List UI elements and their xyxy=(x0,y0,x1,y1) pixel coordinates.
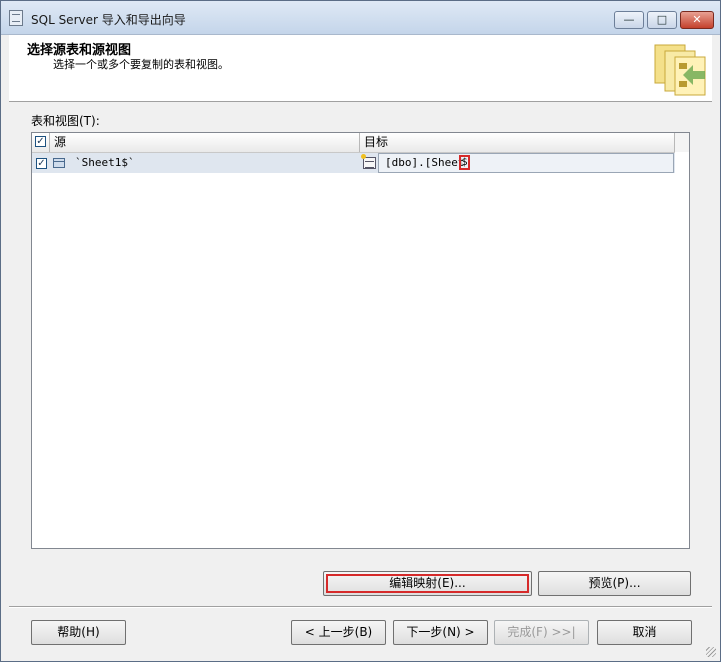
finish-button[interactable]: 完成(F) >>| xyxy=(494,620,589,645)
source-table-name: `Sheet1$` xyxy=(75,156,135,169)
new-table-icon xyxy=(361,154,376,169)
wizard-header: 选择源表和源视图 选择一个或多个要复制的表和视图。 xyxy=(9,35,712,102)
back-button[interactable]: < 上一步(B) xyxy=(291,620,386,645)
table-icon xyxy=(53,158,65,168)
table-row[interactable]: ✓ `Sheet1$` [dbo].[Sheet $ xyxy=(32,153,675,173)
resize-grip-icon[interactable] xyxy=(706,647,716,657)
help-button[interactable]: 帮助(H) xyxy=(31,620,126,645)
target-table-field[interactable]: [dbo].[Sheet $ xyxy=(378,153,674,173)
footer-separator xyxy=(9,606,712,608)
maximize-button[interactable]: □ xyxy=(647,11,677,29)
edit-mappings-button[interactable]: 编辑映射(E)... xyxy=(323,571,532,596)
row-checkbox[interactable]: ✓ xyxy=(36,158,47,169)
select-all-header[interactable]: ✓ xyxy=(32,133,50,152)
tables-grid[interactable]: ✓ 源 目标 ✓ `Sheet1$` [dbo].[Sheet $ xyxy=(31,132,690,549)
target-table-name: [dbo].[Sheet xyxy=(385,156,465,169)
page-subtitle: 选择一个或多个要复制的表和视图。 xyxy=(53,58,229,71)
minimize-button[interactable]: — xyxy=(614,11,644,29)
target-column-header[interactable]: 目标 xyxy=(360,133,675,152)
grid-header: ✓ 源 目标 xyxy=(32,133,675,153)
close-button[interactable]: ✕ xyxy=(680,11,714,29)
window-title: SQL Server 导入和导出向导 xyxy=(31,13,186,27)
source-column-header[interactable]: 源 xyxy=(50,133,360,152)
app-icon xyxy=(9,10,23,26)
next-button[interactable]: 下一步(N) > xyxy=(393,620,488,645)
grid-corner xyxy=(675,133,689,152)
cancel-button[interactable]: 取消 xyxy=(597,620,692,645)
tables-views-label: 表和视图(T): xyxy=(31,114,100,128)
wizard-graphic-icon xyxy=(654,44,706,96)
select-all-checkbox[interactable]: ✓ xyxy=(35,136,46,147)
preview-button[interactable]: 预览(P)... xyxy=(538,571,691,596)
title-bar[interactable]: SQL Server 导入和导出向导 — □ ✕ xyxy=(1,1,720,35)
target-name-suffix: $ xyxy=(459,155,470,170)
wizard-window: SQL Server 导入和导出向导 — □ ✕ 选择源表和源视图 选择一个或多… xyxy=(0,0,721,662)
